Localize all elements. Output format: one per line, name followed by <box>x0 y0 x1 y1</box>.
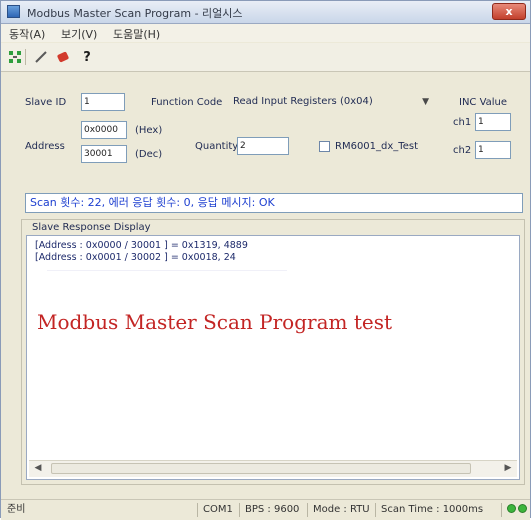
app-window: Modbus Master Scan Program - 리얼시스 x 동작(A… <box>0 0 531 520</box>
status-port: COM1 <box>203 504 233 515</box>
rm-test-checkbox[interactable] <box>319 141 330 152</box>
address-hex-input[interactable]: 0x0000 <box>81 121 127 139</box>
scan-status-field: Scan 횟수: 22, 에러 응답 횟수: 0, 응답 메시지: OK <box>25 193 523 213</box>
scroll-right-icon[interactable]: ▶ <box>501 462 515 475</box>
dec-label: (Dec) <box>135 149 163 160</box>
response-line: [Address : 0x0001 / 30002 ] = 0x0018, 24 <box>35 252 236 263</box>
chevron-down-icon: ▼ <box>422 97 429 107</box>
ch2-label: ch2 <box>453 145 472 156</box>
connect-icon[interactable] <box>5 48 25 66</box>
status-separator <box>197 503 198 517</box>
erase-icon[interactable] <box>53 48 73 66</box>
inc-value-label: INC Value <box>459 97 508 108</box>
toolbar: ? <box>1 43 530 72</box>
app-icon <box>7 5 20 18</box>
rm-test-label: RM6001_dx_Test <box>335 141 418 152</box>
slave-response-title: Slave Response Display <box>32 222 151 233</box>
window-title: Modbus Master Scan Program - 리얼시스 <box>27 7 243 20</box>
address-dec-input[interactable]: 30001 <box>81 145 127 163</box>
menu-view[interactable]: 보기(V) <box>61 26 97 42</box>
menu-help[interactable]: 도움말(H) <box>113 26 160 42</box>
overlay-caption: Modbus Master Scan Program test <box>37 310 392 334</box>
status-scan-time: Scan Time : 1000ms <box>381 504 484 515</box>
toolbar-separator <box>25 49 26 65</box>
function-code-select[interactable]: Read Input Registers (0x04) ▼ <box>233 93 433 111</box>
status-bar: 준비 COM1 BPS : 9600 Mode : RTU Scan Time … <box>1 499 530 520</box>
faint-line <box>47 270 287 271</box>
response-line: [Address : 0x0000 / 30001 ] = 0x1319, 48… <box>35 240 248 251</box>
status-separator <box>375 503 376 517</box>
close-button[interactable]: x <box>492 3 526 20</box>
ch1-input[interactable]: 1 <box>475 113 511 131</box>
menu-bar: 동작(A) 보기(V) 도움말(H) <box>1 24 530 42</box>
ch1-label: ch1 <box>453 117 472 128</box>
menu-action[interactable]: 동작(A) <box>9 26 45 42</box>
status-separator <box>307 503 308 517</box>
hex-label: (Hex) <box>135 125 163 136</box>
slave-response-group: Slave Response Display [Address : 0x0000… <box>21 219 525 485</box>
status-led-icon <box>507 504 516 513</box>
slave-id-input[interactable]: 1 <box>81 93 125 111</box>
ch2-input[interactable]: 1 <box>475 141 511 159</box>
status-separator <box>239 503 240 517</box>
pencil-icon[interactable] <box>31 48 51 66</box>
slave-id-label: Slave ID <box>25 97 67 108</box>
status-separator <box>501 503 502 517</box>
function-code-value: Read Input Registers (0x04) <box>233 96 373 107</box>
quantity-label: Quantity <box>195 141 239 152</box>
status-led-icon <box>518 504 527 513</box>
status-ready: 준비 <box>7 504 26 515</box>
address-label: Address <box>25 141 65 152</box>
slave-response-area[interactable]: [Address : 0x0000 / 30001 ] = 0x1319, 48… <box>26 235 520 480</box>
status-bps: BPS : 9600 <box>245 504 300 515</box>
quantity-input[interactable]: 2 <box>237 137 289 155</box>
function-code-label: Function Code <box>151 97 223 108</box>
horizontal-scrollbar[interactable]: ◀ ▶ <box>29 460 517 477</box>
title-bar[interactable]: Modbus Master Scan Program - 리얼시스 x <box>1 1 530 24</box>
scroll-left-icon[interactable]: ◀ <box>31 462 45 475</box>
help-icon[interactable]: ? <box>77 48 97 66</box>
scroll-thumb[interactable] <box>51 463 471 474</box>
status-mode: Mode : RTU <box>313 504 370 515</box>
